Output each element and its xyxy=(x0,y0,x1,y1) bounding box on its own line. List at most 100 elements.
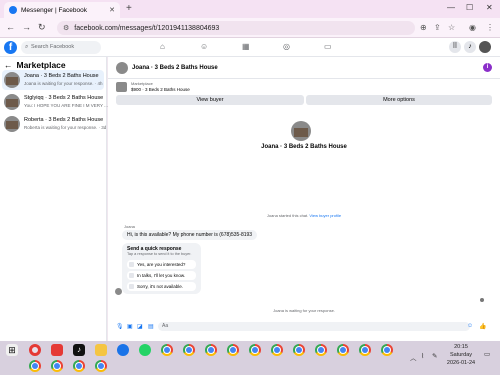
chrome-icon[interactable] xyxy=(73,360,85,372)
conversation-item[interactable]: Stglyiqq · 3 Beds 2 Baths House You: I H… xyxy=(2,92,117,112)
chrome-icon[interactable] xyxy=(337,344,349,356)
more-options-button[interactable]: More options xyxy=(306,95,492,105)
start-button[interactable]: ⊞ xyxy=(6,344,18,356)
contact-avatar[interactable] xyxy=(291,121,311,141)
chrome-icon[interactable] xyxy=(293,344,305,356)
pen-icon[interactable]: ✎ xyxy=(432,352,437,360)
tray-overflow-icon[interactable]: ︿ xyxy=(410,352,417,362)
image-icon[interactable]: ▣ xyxy=(127,323,133,330)
clock-day: Saturday xyxy=(449,352,472,358)
edge-icon[interactable] xyxy=(117,344,129,356)
new-tab-button[interactable]: + xyxy=(126,3,132,14)
chrome-icon[interactable] xyxy=(161,344,173,356)
site-info-icon[interactable]: ⚙ xyxy=(63,24,69,32)
search-input[interactable]: ⌕ Search Facebook xyxy=(21,41,101,54)
listing-image xyxy=(116,82,127,92)
sticker-icon[interactable]: ◪ xyxy=(137,323,143,330)
windows-taskbar: ⊞ ♪ ︿ ⌇ ✎ 20:15 Saturday 2026-01-24 ▭ xyxy=(0,341,500,375)
chrome-icon[interactable] xyxy=(205,344,217,356)
chrome-icon[interactable] xyxy=(249,344,261,356)
url-text: facebook.com/messages/t/1201941138804693 xyxy=(74,24,220,32)
emoji-icon[interactable]: ☺ xyxy=(467,323,473,329)
conversation-name: Roberta · 3 Beds 2 Baths House xyxy=(24,117,104,123)
bookmark-star-icon[interactable]: ☆ xyxy=(448,23,455,32)
chrome-icon[interactable] xyxy=(95,360,107,372)
browser-tab-bar: Messenger | Facebook ✕ + — ☐ ✕ xyxy=(0,0,500,18)
chrome-icon[interactable] xyxy=(271,344,283,356)
tiktok-icon[interactable]: ♪ xyxy=(73,344,85,356)
conversation-name: Joana · 3 Beds 2 Baths House xyxy=(24,73,99,79)
conversation-preview: You: I HOPE YOU ARE FINE I M VERY ... · … xyxy=(24,103,117,108)
zoom-icon[interactable]: ⊕ xyxy=(420,23,427,32)
chat-title[interactable]: Joana · 3 Beds 2 Baths House xyxy=(132,65,218,71)
listing-summary[interactable]: Marketplace $900 · 3 Beds 2 Baths House xyxy=(114,81,494,93)
chrome-icon[interactable] xyxy=(315,344,327,356)
youtube-icon[interactable] xyxy=(51,344,63,356)
menu-grid-icon[interactable]: ⠿ xyxy=(449,41,461,53)
network-icon[interactable]: ⌇ xyxy=(421,352,424,360)
microphone-icon[interactable]: 🎙 xyxy=(116,323,124,330)
browser-menu-icon[interactable]: ⋮ xyxy=(486,23,494,32)
conversation-preview: Joana is waiting for your response. · 4h xyxy=(24,81,103,86)
sidebar-title: ← Marketplace xyxy=(4,60,66,70)
file-explorer-icon[interactable] xyxy=(95,344,107,356)
url-field[interactable]: ⚙ facebook.com/messages/t/12019411388046… xyxy=(57,21,415,35)
profile-icon[interactable]: ◉ xyxy=(469,23,476,32)
chrome-icon[interactable] xyxy=(51,360,63,372)
gaming-icon[interactable]: ▭ xyxy=(324,42,332,51)
taskbar-clock[interactable]: 20:15 Saturday 2026-01-24 xyxy=(443,343,479,367)
clock-date: 2026-01-24 xyxy=(446,360,476,366)
sender-label: Joana xyxy=(124,224,135,229)
chat-header-thumbnail[interactable] xyxy=(116,62,128,74)
friends-icon[interactable]: ☺ xyxy=(200,42,208,51)
whatsapp-icon[interactable] xyxy=(139,344,151,356)
notifications-icon[interactable]: ♪ xyxy=(464,41,476,53)
marketplace-icon[interactable]: ▦ xyxy=(242,42,250,51)
forward-icon[interactable]: → xyxy=(22,22,31,32)
seen-indicator-avatar xyxy=(480,298,484,302)
quick-reply-button[interactable]: Sorry, it's not available. xyxy=(127,282,196,291)
conversation-preview: Roberta is waiting for your response. · … xyxy=(24,125,107,130)
facebook-logo-icon[interactable]: f xyxy=(4,41,17,54)
close-window-icon[interactable]: ✕ xyxy=(486,3,493,12)
chrome-icon[interactable] xyxy=(381,344,393,356)
quick-reply-button[interactable]: Yes, are you interested? xyxy=(127,260,196,269)
groups-icon[interactable]: ◎ xyxy=(283,42,290,51)
maximize-icon[interactable]: ☐ xyxy=(466,3,473,12)
listing-price: $900 · 3 Beds 2 Baths House xyxy=(131,87,190,92)
share-icon[interactable]: ⇪ xyxy=(434,23,441,32)
chrome-icon[interactable] xyxy=(29,360,41,372)
address-bar-row: ← → ↻ ⚙ facebook.com/messages/t/12019411… xyxy=(0,18,500,38)
gif-icon[interactable]: ▤ xyxy=(148,323,154,330)
account-avatar[interactable] xyxy=(479,41,491,53)
quick-response-card: Send a quick response Tap a response to … xyxy=(122,243,201,294)
sender-avatar xyxy=(115,288,122,295)
quick-response-subtitle: Tap a response to send it to the buyer. xyxy=(127,252,192,256)
minimize-icon[interactable]: — xyxy=(447,3,455,12)
back-icon[interactable]: ← xyxy=(6,22,15,32)
notification-center-icon[interactable]: ▭ xyxy=(484,350,490,358)
clock-time: 20:15 xyxy=(454,344,468,350)
chrome-icon[interactable] xyxy=(227,344,239,356)
message-input[interactable]: Aa xyxy=(158,322,470,331)
reload-icon[interactable]: ↻ xyxy=(38,22,46,33)
info-icon[interactable]: i xyxy=(483,63,492,72)
home-icon[interactable]: ⌂ xyxy=(160,42,165,51)
contact-name: Joana · 3 Beds 2 Baths House xyxy=(261,144,347,150)
marketplace-sidebar: ← Marketplace Joana · 3 Beds 2 Baths Hous… xyxy=(0,57,117,341)
search-icon: ⌕ xyxy=(25,44,29,50)
conversation-item[interactable]: Roberta · 3 Beds 2 Baths House Roberta i… xyxy=(2,114,107,134)
browser-tab[interactable]: Messenger | Facebook ✕ xyxy=(4,2,120,18)
like-icon[interactable]: 👍 xyxy=(479,323,486,330)
close-tab-icon[interactable]: ✕ xyxy=(109,6,115,14)
back-arrow-icon[interactable]: ← xyxy=(4,60,13,70)
quick-reply-button[interactable]: In talks, I'll let you know. xyxy=(127,271,196,280)
chrome-icon[interactable] xyxy=(359,344,371,356)
conversation-item[interactable]: Joana · 3 Beds 2 Baths House Joana is wa… xyxy=(2,70,104,90)
chrome-icon[interactable] xyxy=(183,344,195,356)
message-bubble[interactable]: Hi, is this available? My phone number i… xyxy=(122,230,258,240)
view-buyer-profile-link[interactable]: View buyer profile xyxy=(309,213,341,218)
view-buyer-button[interactable]: View buyer xyxy=(116,95,304,105)
chat-panel: Joana · 3 Beds 2 Baths House i Marketpla… xyxy=(108,57,500,341)
opera-icon[interactable] xyxy=(29,344,41,356)
